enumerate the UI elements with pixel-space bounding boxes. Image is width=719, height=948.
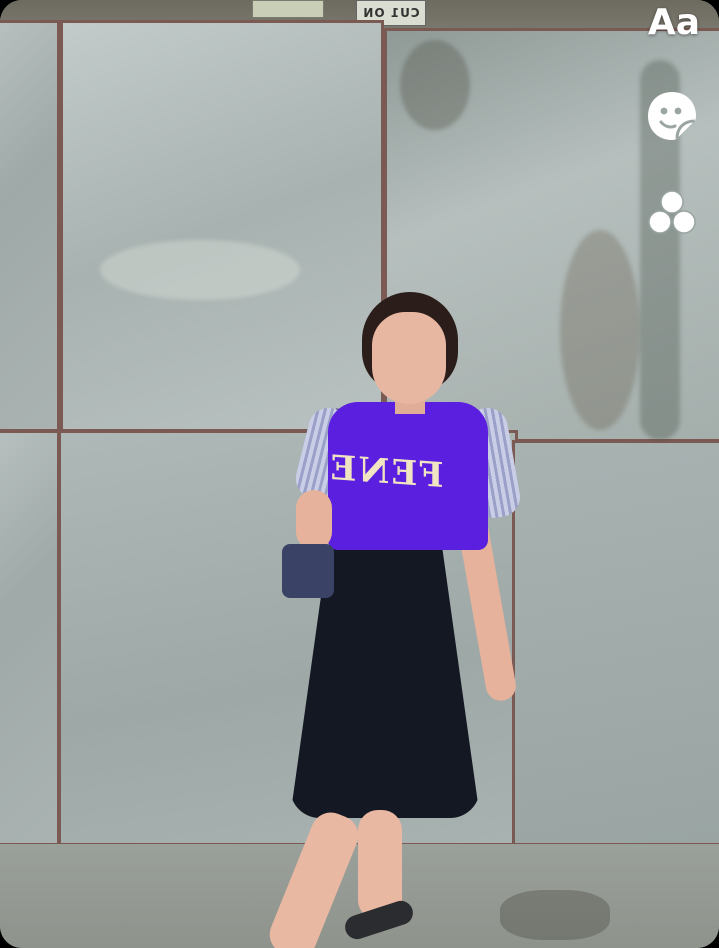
left-arm — [296, 490, 332, 550]
person-figure: FENE — [250, 290, 530, 948]
shirt-print: FENE — [328, 447, 444, 497]
wall-panel — [0, 20, 60, 432]
wall-panel — [512, 440, 719, 846]
sticker-icon — [648, 92, 696, 140]
face — [372, 312, 446, 404]
sticker-icon[interactable] — [644, 88, 700, 144]
story-photo: CU1 ON FENE — [0, 0, 719, 948]
handbag — [282, 544, 334, 598]
photo-sign-left — [252, 0, 324, 18]
wall-stain — [400, 40, 470, 130]
story-editor-screen: CU1 ON FENE Aa — [0, 0, 719, 948]
effects-icon — [648, 190, 696, 234]
effects-icon[interactable] — [644, 186, 700, 242]
wall-stain — [560, 230, 640, 430]
wall-panel — [0, 430, 60, 846]
text-tool-button[interactable]: Aa — [644, 2, 704, 44]
